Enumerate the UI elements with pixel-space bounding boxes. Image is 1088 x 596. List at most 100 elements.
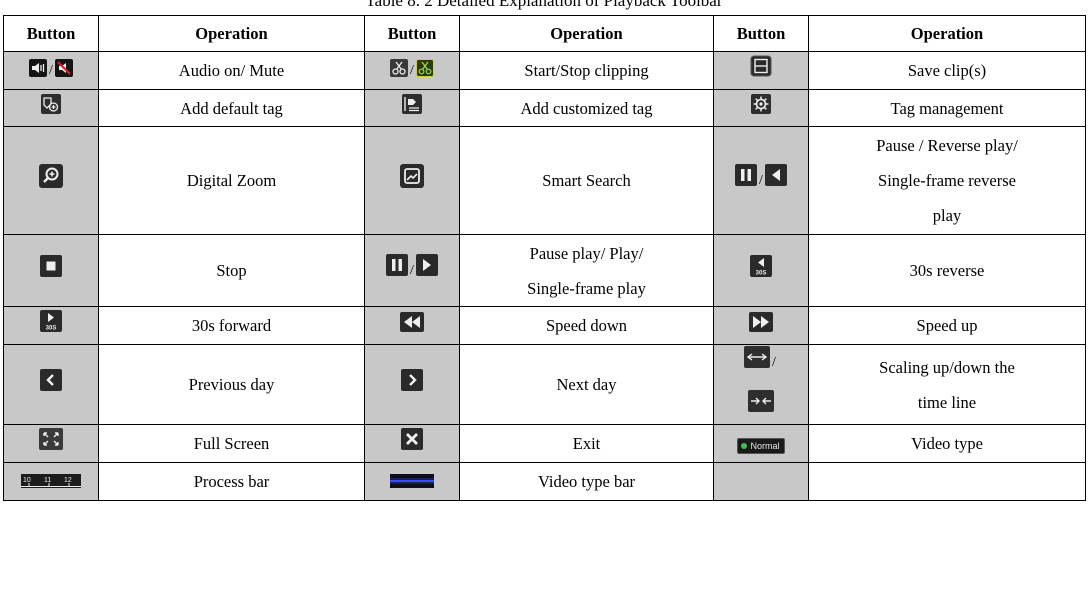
table-row: Digital Zoom Smart Search / Pause / Reve… [3, 126, 1086, 236]
operation-cell: Video type [808, 424, 1086, 463]
reverse-30s-icon[interactable]: 30S [750, 254, 772, 289]
operation-line: play [932, 206, 962, 226]
table-row: 10 11 12 Process bar Video type bar [3, 461, 1086, 501]
button-cell: / [364, 234, 460, 308]
status-dot [741, 443, 748, 450]
operation-cell: Save clip(s) [808, 51, 1086, 90]
button-cell: / [3, 51, 99, 90]
pause-icon[interactable] [386, 253, 409, 288]
table-row: 30S 30s forward Speed down Speed up [3, 306, 1086, 346]
operation-cell: Pause / Reverse play/ Single-frame rever… [808, 126, 1086, 236]
header-button-2: Button [364, 15, 460, 52]
default-tag-icon[interactable] [41, 91, 61, 126]
pause-icon[interactable] [735, 163, 758, 198]
operation-line: Single-frame reverse [878, 171, 1016, 191]
table-row: Full Screen Exit Normal Video type [3, 424, 1086, 463]
operation-cell: Video type bar [459, 461, 714, 501]
operation-cell: Speed up [808, 306, 1086, 346]
separator-slash: / [49, 63, 53, 79]
scissors-start-clip-icon[interactable] [390, 54, 409, 89]
operation-cell: Previous day [98, 344, 365, 426]
operation-cell: Scaling up/down the time line [808, 344, 1086, 426]
header-operation-3: Operation [808, 15, 1086, 52]
customized-tag-icon[interactable] [402, 91, 422, 126]
smart-search-icon[interactable] [400, 163, 424, 200]
button-cell [364, 306, 460, 346]
mute-icon[interactable] [54, 54, 73, 89]
tick-label: 10 [23, 477, 31, 484]
reverse-play-icon[interactable] [764, 163, 787, 198]
operation-cell: Digital Zoom [98, 126, 365, 236]
button-cell [364, 424, 460, 463]
scale-out-icon[interactable] [744, 345, 771, 380]
button-cell-empty [713, 461, 809, 501]
button-cell: Normal [713, 424, 809, 463]
button-cell: / [713, 344, 809, 426]
operation-cell-empty [808, 461, 1086, 501]
save-icon[interactable] [750, 54, 772, 89]
chevron-right-icon[interactable] [401, 368, 423, 403]
header-button-1: Button [3, 15, 99, 52]
button-cell [3, 88, 99, 128]
button-cell [3, 234, 99, 308]
play-icon[interactable] [415, 253, 438, 288]
scale-in-icon[interactable] [747, 389, 774, 424]
operation-cell: Audio on/ Mute [98, 51, 365, 90]
rewind-icon[interactable] [400, 309, 424, 344]
operation-cell: Next day [459, 344, 714, 426]
table-row: / Audio on/ Mute / Start/Stop clipping S… [3, 51, 1086, 90]
button-cell [713, 51, 809, 90]
button-cell [364, 344, 460, 426]
separator-slash: / [410, 262, 414, 278]
operation-cell: 30s reverse [808, 234, 1086, 308]
operation-line: Scaling up/down the [879, 357, 1015, 377]
operation-cell: Start/Stop clipping [459, 51, 714, 90]
separator-slash: / [759, 172, 763, 188]
header-operation-2: Operation [459, 15, 714, 52]
operation-line: time line [917, 392, 977, 412]
button-cell [364, 126, 460, 236]
table-row: Stop / Pause play/ Play/ Single-frame pl… [3, 234, 1086, 308]
operation-cell: Exit [459, 424, 714, 463]
gear-icon[interactable] [751, 91, 771, 126]
operation-cell: Speed down [459, 306, 714, 346]
chevron-left-icon[interactable] [40, 368, 62, 403]
operation-cell: 30s forward [98, 306, 365, 346]
tick-label: 11 [44, 477, 51, 484]
table-row: Add default tag Add customized tag Tag m… [3, 88, 1086, 128]
operation-line: Pause / Reverse play/ [876, 136, 1018, 156]
operation-cell: Full Screen [98, 424, 365, 463]
forward-30s-icon[interactable]: 30S [40, 309, 62, 344]
operation-line: Pause play/ Play/ [529, 243, 644, 263]
close-icon[interactable] [401, 427, 423, 462]
digital-zoom-icon[interactable] [39, 163, 63, 200]
video-type-normal-icon[interactable]: Normal [737, 438, 785, 455]
button-cell [3, 424, 99, 463]
header-button-3: Button [713, 15, 809, 52]
audio-on-icon[interactable] [29, 54, 48, 89]
stop-icon[interactable] [40, 254, 62, 289]
button-cell [364, 461, 460, 501]
button-cell: 30S [3, 306, 99, 346]
process-bar-icon[interactable]: 10 11 12 [21, 465, 81, 500]
operation-cell: Stop [98, 234, 365, 308]
thirty-label: 30S [756, 271, 767, 277]
fullscreen-icon[interactable] [39, 427, 63, 462]
button-cell [3, 126, 99, 236]
operation-cell: Smart Search [459, 126, 714, 236]
scissors-stop-clip-icon[interactable] [415, 54, 434, 89]
operation-cell: Add default tag [98, 88, 365, 128]
button-cell: / [364, 51, 460, 90]
normal-label: Normal [750, 441, 780, 452]
operation-cell: Tag management [808, 88, 1086, 128]
button-cell [713, 306, 809, 346]
fast-forward-icon[interactable] [749, 309, 773, 344]
table-caption: Table 8. 2 Detailed Explanation of Playb… [365, 0, 723, 10]
button-cell [3, 344, 99, 426]
tick-label: 12 [64, 477, 72, 484]
button-cell: 30S [713, 234, 809, 308]
operation-cell: Pause play/ Play/ Single-frame play [459, 234, 714, 308]
separator-slash: / [410, 63, 414, 79]
video-type-bar-icon[interactable] [390, 465, 434, 500]
button-cell: / [713, 126, 809, 236]
